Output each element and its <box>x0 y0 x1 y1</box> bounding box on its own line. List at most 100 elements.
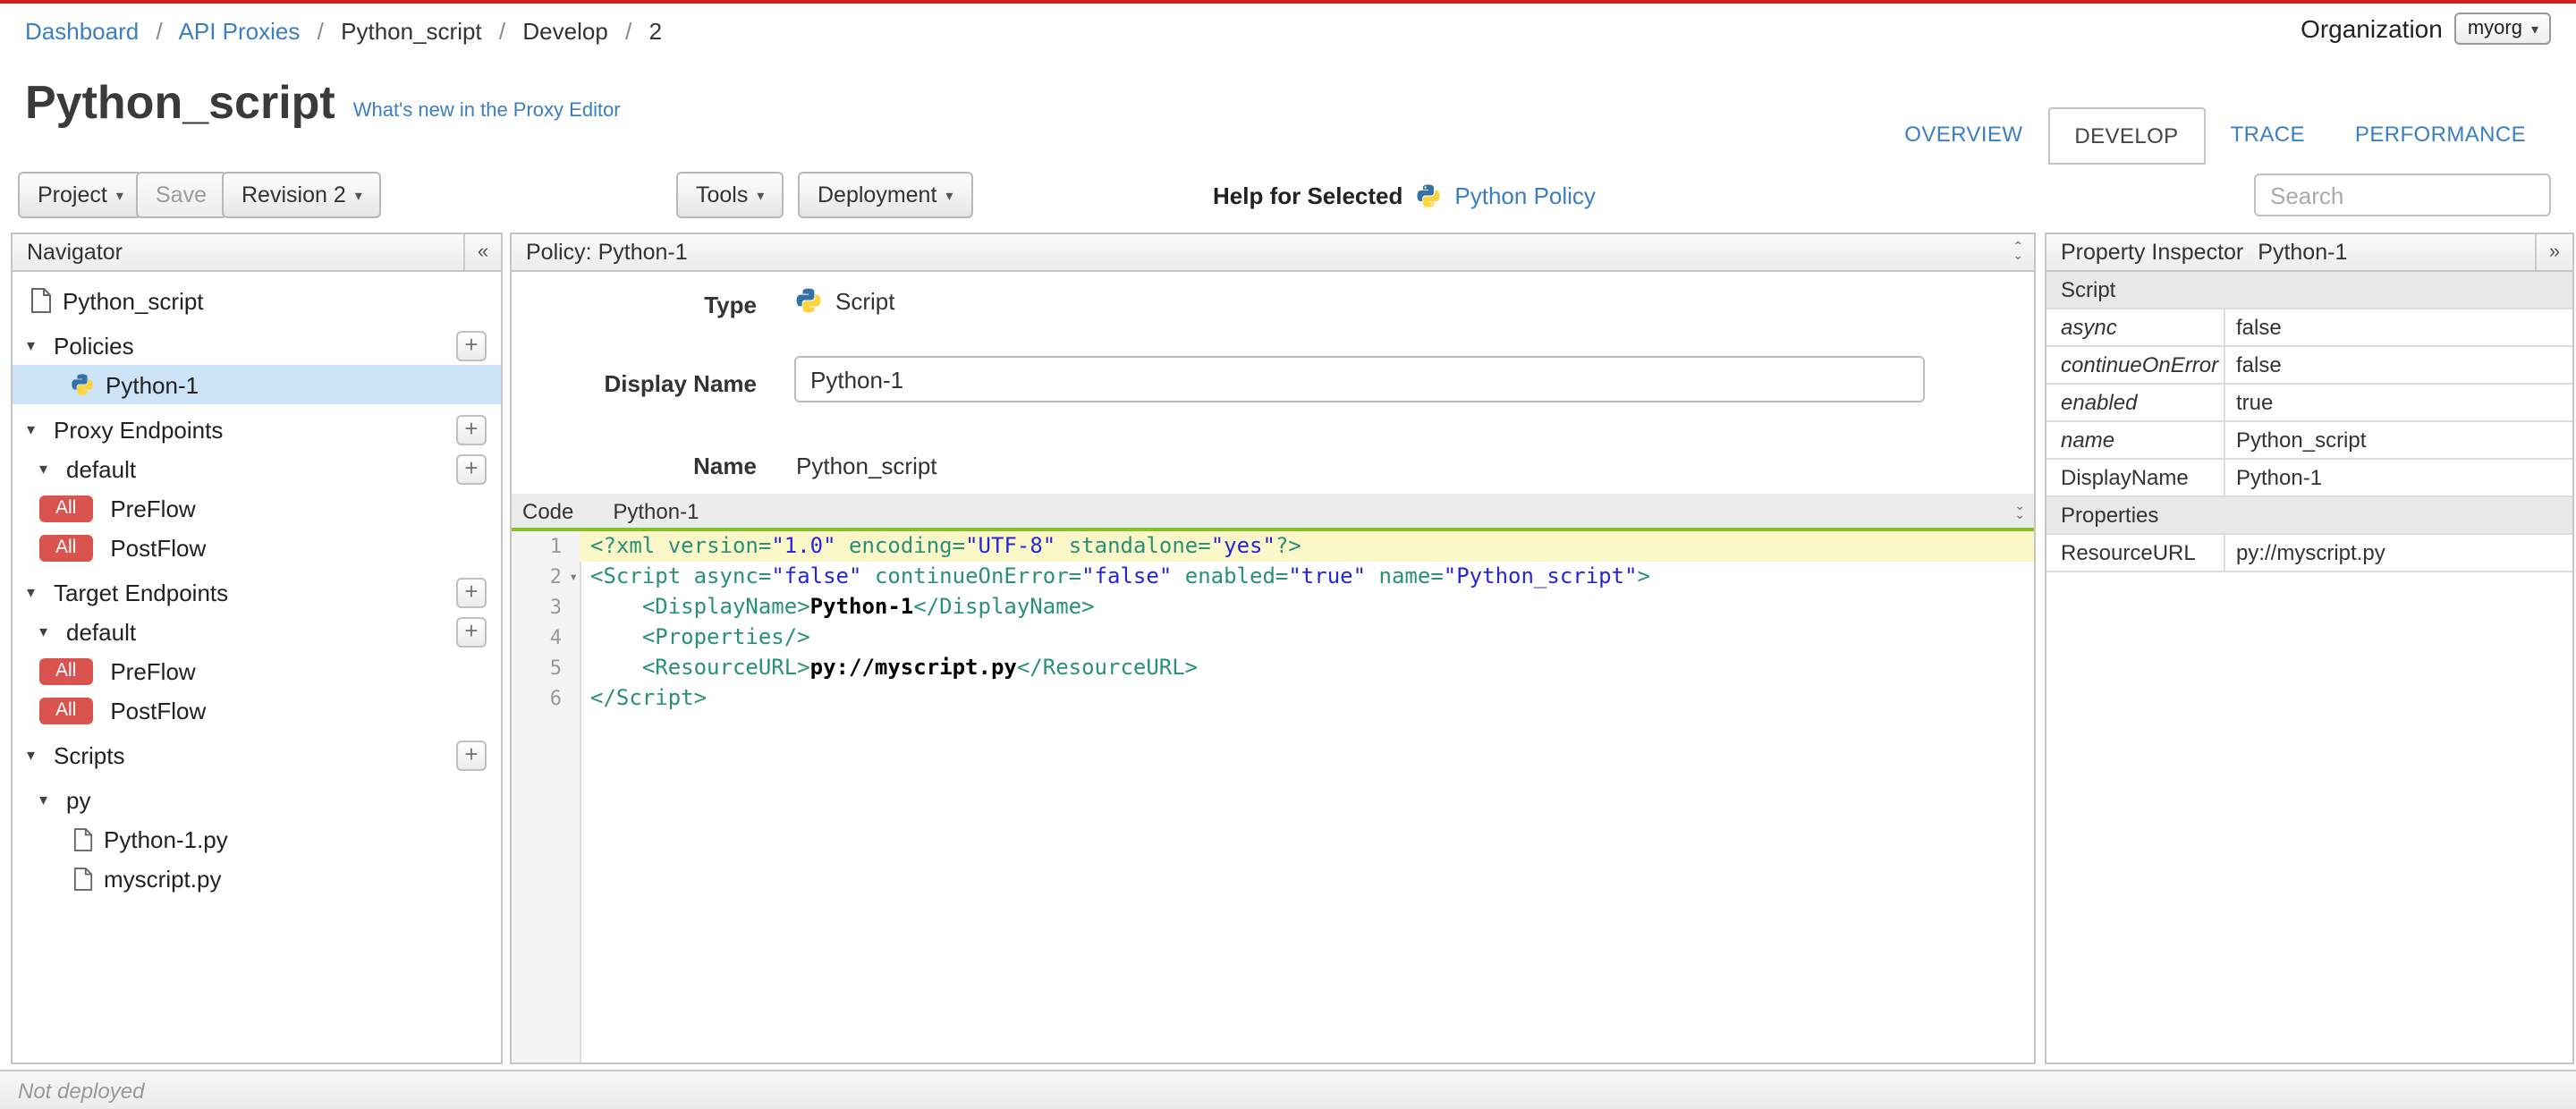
expand-panel-icon[interactable]: » <box>2535 234 2572 270</box>
toolbar: Project ▾ Save Revision 2 ▾ Tools ▾ Depl… <box>0 165 2576 225</box>
property-inspector-header: Property Inspector Python-1 » <box>2046 234 2572 272</box>
tools-button[interactable]: Tools ▾ <box>676 172 784 218</box>
type-value-text: Script <box>835 287 895 314</box>
help-for-selected-label: Help for Selected <box>1213 182 1403 208</box>
tab-develop[interactable]: DEVELOP <box>2047 107 2206 165</box>
property-name: async <box>2046 309 2225 345</box>
tree-group-py[interactable]: ▾ py <box>13 780 501 819</box>
inspector-row-enabled: enabled true <box>2046 385 2572 422</box>
navigator-title: Navigator <box>27 240 123 265</box>
property-value[interactable]: false <box>2225 309 2572 345</box>
tree-item-target-postflow[interactable]: All PostFlow <box>13 690 501 730</box>
code-line[interactable]: 5 <ResourceURL>py://myscript.py</Resourc… <box>512 653 2034 683</box>
python-icon <box>70 372 95 397</box>
all-flows-badge: All <box>39 657 93 684</box>
add-target-endpoint-button[interactable]: + <box>456 577 487 607</box>
tab-overview[interactable]: OVERVIEW <box>1879 107 2047 165</box>
tab-performance[interactable]: PERFORMANCE <box>2330 107 2551 165</box>
fold-caret-icon[interactable]: ▾ <box>569 562 578 592</box>
property-value[interactable]: false <box>2225 347 2572 383</box>
organization-select[interactable]: myorg ▾ <box>2454 13 2551 45</box>
add-proxy-endpoint-button[interactable]: + <box>456 414 487 444</box>
property-value[interactable]: true <box>2225 385 2572 420</box>
breadcrumb-separator: / <box>498 18 506 45</box>
code-panel-header: Code Python-1 ⌄ ⌄ <box>512 494 2034 531</box>
code-line[interactable]: 4 <Properties/> <box>512 622 2034 653</box>
chevron-down-icon[interactable]: ▾ <box>27 419 43 439</box>
python-policy-help-link[interactable]: Python Policy <box>1454 182 1596 208</box>
tree-section-scripts[interactable]: ▾ Scripts + <box>13 735 501 775</box>
tree-section-proxy-endpoints[interactable]: ▾ Proxy Endpoints + <box>13 410 501 449</box>
inspector-row-resourceurl: ResourceURL py://myscript.py <box>2046 535 2572 572</box>
policy-type-value: Script <box>794 286 894 315</box>
title-row: Python_script What's new in the Proxy Ed… <box>25 75 621 129</box>
chevron-down-icon[interactable]: ▾ <box>39 790 55 809</box>
tree-section-target-endpoints[interactable]: ▾ Target Endpoints + <box>13 572 501 612</box>
chevron-down-icon[interactable]: ▾ <box>39 459 55 478</box>
chevron-down-icon[interactable]: ▾ <box>27 335 43 355</box>
policy-panel-header: Policy: Python-1 ⌃ ⌄ <box>512 234 2034 272</box>
panel-resize-icon[interactable]: ⌃ ⌄ <box>2012 241 2023 263</box>
document-icon <box>73 827 93 851</box>
tree-item-proxy-endpoint-default[interactable]: ▾ default + <box>13 449 501 488</box>
type-label: Type <box>704 292 757 318</box>
revision-button-label: Revision 2 <box>242 182 346 207</box>
property-value[interactable]: Python_script <box>2225 422 2572 458</box>
tree-item-label: Python-1 <box>106 371 199 398</box>
property-name: enabled <box>2046 385 2225 420</box>
revision-button[interactable]: Revision 2 ▾ <box>222 172 382 218</box>
code-line-text: <Properties/> <box>641 624 810 649</box>
tree-item-proxy-preflow[interactable]: All PreFlow <box>13 488 501 528</box>
tree-item-proxy-root[interactable]: Python_script <box>13 281 501 320</box>
code-line[interactable]: 6 </Script> <box>512 683 2034 714</box>
search-input[interactable] <box>2254 174 2551 216</box>
add-policy-button[interactable]: + <box>456 330 487 360</box>
policy-panel-title: Policy: Python-1 <box>526 240 688 265</box>
whats-new-link[interactable]: What's new in the Proxy Editor <box>353 100 621 129</box>
save-button[interactable]: Save <box>136 172 226 218</box>
deployment-button[interactable]: Deployment ▾ <box>798 172 973 218</box>
python-icon <box>794 286 823 315</box>
code-line[interactable]: 3 <DisplayName>Python-1</DisplayName> <box>512 592 2034 622</box>
tree-item-label: PreFlow <box>110 657 196 684</box>
collapse-panel-icon[interactable]: « <box>463 234 501 270</box>
tree-item-target-preflow[interactable]: All PreFlow <box>13 651 501 690</box>
project-button[interactable]: Project ▾ <box>18 172 143 218</box>
inspector-section-script: Script <box>2046 272 2572 309</box>
tree-section-label: Target Endpoints <box>54 579 229 605</box>
tree-item-script-file[interactable]: myscript.py <box>13 859 501 898</box>
breadcrumb-dashboard-link[interactable]: Dashboard <box>25 18 139 45</box>
tree-item-label: Python-1.py <box>104 825 228 852</box>
breadcrumb-api-proxies-link[interactable]: API Proxies <box>179 18 301 45</box>
code-line[interactable]: 1 <?xml version="1.0" encoding="UTF-8" st… <box>512 531 2034 562</box>
deployment-button-label: Deployment <box>818 182 937 207</box>
code-line-text: <?xml version="1.0" encoding="UTF-8" sta… <box>580 531 2034 562</box>
property-value[interactable]: Python-1 <box>2225 460 2572 495</box>
chevron-down-icon[interactable]: ▾ <box>27 745 43 765</box>
organization-value: myorg <box>2467 18 2522 39</box>
breadcrumb-proxy: Python_script <box>341 18 482 45</box>
tab-trace[interactable]: TRACE <box>2206 107 2330 165</box>
tree-item-target-endpoint-default[interactable]: ▾ default + <box>13 612 501 651</box>
display-name-input[interactable] <box>794 356 1925 402</box>
chevron-down-icon[interactable]: ▾ <box>39 622 55 641</box>
tree-section-policies[interactable]: ▾ Policies + <box>13 326 501 365</box>
caret-down-icon: ▾ <box>757 187 765 203</box>
tree-item-script-file[interactable]: Python-1.py <box>13 819 501 859</box>
tree-item-proxy-postflow[interactable]: All PostFlow <box>13 528 501 567</box>
code-line[interactable]: 2 ▾ <Script async="false" continueOnError=… <box>512 562 2034 592</box>
tree-section-label: Policies <box>54 332 134 359</box>
code-editor[interactable]: 1 <?xml version="1.0" encoding="UTF-8" st… <box>512 531 2034 1062</box>
add-flow-button[interactable]: + <box>456 453 487 484</box>
tree-item-policy-python-1[interactable]: Python-1 <box>13 365 501 404</box>
tree-item-label: PreFlow <box>110 495 196 521</box>
add-script-button[interactable]: + <box>456 740 487 770</box>
code-panel-collapse-icon[interactable]: ⌄ ⌄ <box>2014 500 2025 521</box>
chevron-down-icon[interactable]: ▾ <box>27 582 43 602</box>
organization-label: Organization <box>2301 14 2443 43</box>
project-button-label: Project <box>38 182 107 207</box>
all-flows-badge: All <box>39 495 93 521</box>
add-flow-button[interactable]: + <box>456 616 487 647</box>
page-title: Python_script <box>25 75 335 129</box>
property-value[interactable]: py://myscript.py <box>2225 535 2572 571</box>
